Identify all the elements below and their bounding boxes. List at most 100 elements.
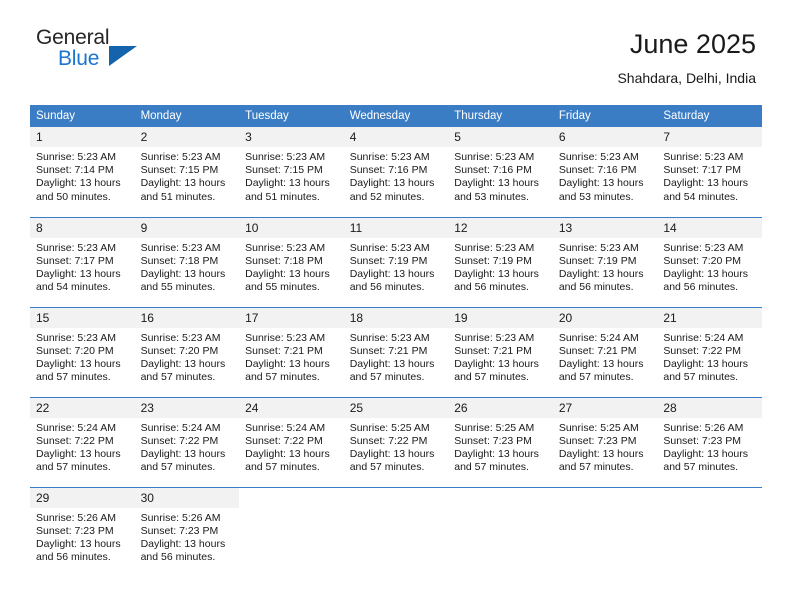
daylight-text-line2: and 57 minutes. — [663, 461, 739, 474]
day-details: Sunrise: 5:26 AM Sunset: 7:23 PM Daylight:… — [657, 418, 762, 475]
general-blue-logo[interactable]: General Blue — [36, 26, 148, 82]
day-details: Sunrise: 5:23 AM Sunset: 7:20 PM Daylight:… — [657, 238, 762, 295]
sunset-text: Sunset: 7:17 PM — [663, 164, 742, 177]
calendar-day-cell[interactable]: 19 Sunrise: 5:23 AM Sunset: 7:21 PM Dayligh… — [448, 306, 553, 397]
calendar-day-cell[interactable]: 9 Sunrise: 5:23 AM Sunset: 7:18 PM Daylight… — [134, 216, 240, 307]
calendar-day-cell[interactable]: 30 Sunrise: 5:26 AM Sunset: 7:23 PM Dayligh… — [134, 486, 240, 577]
day-details: Sunrise: 5:23 AM Sunset: 7:21 PM Daylight:… — [239, 328, 344, 385]
day-number: 25 — [343, 397, 449, 418]
calendar-day-cell[interactable]: 16 Sunrise: 5:23 AM Sunset: 7:20 PM Dayligh… — [134, 306, 240, 397]
calendar-day-cell[interactable]: 25 Sunrise: 5:25 AM Sunset: 7:22 PM Dayligh… — [343, 396, 449, 487]
day-details: Sunrise: 5:25 AM Sunset: 7:23 PM Daylight:… — [448, 418, 553, 475]
sunrise-text: Sunrise: 5:24 AM — [245, 421, 326, 434]
day-number: 2 — [134, 127, 240, 147]
calendar-week-row: 8 Sunrise: 5:23 AM Sunset: 7:17 PM Daylight… — [30, 216, 762, 307]
day-number: 1 — [30, 127, 135, 147]
daylight-text-line2: and 56 minutes. — [349, 281, 425, 294]
weekday-header-monday: Monday — [134, 105, 240, 127]
calendar-day-cell[interactable]: 8 Sunrise: 5:23 AM Sunset: 7:17 PM Daylight… — [30, 216, 135, 307]
sunrise-text: Sunrise: 5:25 AM — [454, 421, 535, 434]
daylight-text-line1: Daylight: 13 hours — [140, 537, 226, 550]
sunrise-text: Sunrise: 5:23 AM — [349, 151, 430, 163]
calendar-day-cell[interactable]: 26 Sunrise: 5:25 AM Sunset: 7:23 PM Dayligh… — [448, 396, 553, 487]
day-number: 9 — [134, 217, 240, 238]
sunrise-text: Sunrise: 5:23 AM — [245, 151, 326, 163]
sunrise-text: Sunrise: 5:23 AM — [454, 151, 535, 163]
sunrise-text: Sunrise: 5:23 AM — [36, 151, 116, 163]
sunset-text: Sunset: 7:23 PM — [140, 524, 219, 537]
calendar-day-cell[interactable]: 7 Sunrise: 5:23 AM Sunset: 7:17 PM Daylight… — [657, 127, 762, 217]
sunrise-text: Sunrise: 5:23 AM — [663, 151, 744, 163]
day-details: Sunrise: 5:23 AM Sunset: 7:15 PM Daylight:… — [135, 147, 240, 204]
daylight-text-line2: and 57 minutes. — [663, 371, 739, 384]
daylight-text-line2: and 57 minutes. — [349, 461, 425, 474]
weekday-header-wednesday: Wednesday — [343, 105, 449, 127]
daylight-text-line1: Daylight: 13 hours — [140, 267, 226, 280]
day-number: 10 — [239, 217, 344, 238]
daylight-text-line1: Daylight: 13 hours — [245, 357, 330, 370]
calendar-day-cell[interactable]: 1 Sunrise: 5:23 AM Sunset: 7:14 PM Daylight… — [30, 127, 135, 217]
calendar-day-cell[interactable]: 29 Sunrise: 5:26 AM Sunset: 7:23 PM Dayligh… — [30, 486, 135, 577]
daylight-text-line2: and 56 minutes. — [454, 281, 529, 294]
calendar-day-cell[interactable]: 12 Sunrise: 5:23 AM Sunset: 7:19 PM Dayligh… — [448, 216, 553, 307]
sunset-text: Sunset: 7:22 PM — [663, 344, 742, 357]
day-details: Sunrise: 5:23 AM Sunset: 7:20 PM Daylight:… — [135, 328, 240, 385]
calendar-day-cell[interactable]: 23 Sunrise: 5:24 AM Sunset: 7:22 PM Dayligh… — [134, 396, 240, 487]
calendar-empty-cell — [657, 486, 762, 577]
daylight-text-line2: and 56 minutes. — [140, 551, 216, 564]
day-number — [239, 487, 344, 508]
calendar-day-cell[interactable]: 14 Sunrise: 5:23 AM Sunset: 7:20 PM Dayligh… — [657, 216, 762, 307]
daylight-text-line2: and 50 minutes. — [36, 190, 111, 203]
daylight-text-line1: Daylight: 13 hours — [245, 267, 330, 280]
daylight-text-line2: and 57 minutes. — [140, 461, 216, 474]
sunset-text: Sunset: 7:15 PM — [140, 164, 219, 177]
daylight-text-line1: Daylight: 13 hours — [349, 267, 435, 280]
daylight-text-line1: Daylight: 13 hours — [558, 357, 644, 370]
calendar-day-cell[interactable]: 15 Sunrise: 5:23 AM Sunset: 7:20 PM Dayligh… — [30, 306, 135, 397]
brand-triangle-icon — [109, 46, 137, 66]
day-details: Sunrise: 5:23 AM Sunset: 7:16 PM Daylight:… — [344, 147, 449, 204]
calendar-day-cell[interactable]: 28 Sunrise: 5:26 AM Sunset: 7:23 PM Dayligh… — [657, 396, 762, 487]
day-number: 21 — [657, 307, 762, 328]
sunset-text: Sunset: 7:16 PM — [349, 164, 428, 177]
sunrise-text: Sunrise: 5:23 AM — [454, 241, 535, 254]
calendar-day-cell[interactable]: 3 Sunrise: 5:23 AM Sunset: 7:15 PM Daylight… — [239, 127, 344, 217]
daylight-text-line2: and 53 minutes. — [558, 190, 634, 203]
calendar-empty-cell — [552, 486, 658, 577]
day-details: Sunrise: 5:24 AM Sunset: 7:22 PM Daylight:… — [30, 418, 135, 475]
day-number — [657, 487, 762, 508]
calendar-day-cell[interactable]: 11 Sunrise: 5:23 AM Sunset: 7:19 PM Dayligh… — [343, 216, 449, 307]
calendar-day-cell[interactable]: 5 Sunrise: 5:23 AM Sunset: 7:16 PM Daylight… — [448, 127, 553, 217]
sunrise-text: Sunrise: 5:26 AM — [140, 511, 221, 524]
day-number: 15 — [30, 307, 135, 328]
calendar-day-cell[interactable]: 2 Sunrise: 5:23 AM Sunset: 7:15 PM Daylight… — [134, 127, 240, 217]
daylight-text-line2: and 56 minutes. — [663, 281, 739, 294]
daylight-text-line1: Daylight: 13 hours — [36, 267, 121, 280]
calendar-day-cell[interactable]: 18 Sunrise: 5:23 AM Sunset: 7:21 PM Dayligh… — [343, 306, 449, 397]
daylight-text-line2: and 53 minutes. — [454, 190, 529, 203]
calendar-day-cell[interactable]: 27 Sunrise: 5:25 AM Sunset: 7:23 PM Dayligh… — [552, 396, 658, 487]
daylight-text-line2: and 55 minutes. — [245, 281, 320, 294]
calendar-day-cell[interactable]: 20 Sunrise: 5:24 AM Sunset: 7:21 PM Dayligh… — [552, 306, 658, 397]
page-header: General Blue June 2025 Shahdara, Delhi, … — [0, 26, 792, 96]
sunset-text: Sunset: 7:20 PM — [663, 254, 742, 267]
calendar-day-cell[interactable]: 10 Sunrise: 5:23 AM Sunset: 7:18 PM Dayligh… — [239, 216, 344, 307]
sunrise-text: Sunrise: 5:23 AM — [558, 241, 639, 254]
calendar-day-cell[interactable]: 24 Sunrise: 5:24 AM Sunset: 7:22 PM Dayligh… — [239, 396, 344, 487]
page-title: June 2025 — [629, 29, 756, 59]
sunset-text: Sunset: 7:23 PM — [663, 434, 742, 447]
calendar-day-cell[interactable]: 13 Sunrise: 5:23 AM Sunset: 7:19 PM Dayligh… — [552, 216, 658, 307]
daylight-text-line1: Daylight: 13 hours — [140, 447, 226, 460]
calendar-day-cell[interactable]: 21 Sunrise: 5:24 AM Sunset: 7:22 PM Dayligh… — [657, 306, 762, 397]
calendar-day-cell[interactable]: 17 Sunrise: 5:23 AM Sunset: 7:21 PM Dayligh… — [239, 306, 344, 397]
calendar-day-cell[interactable]: 22 Sunrise: 5:24 AM Sunset: 7:22 PM Dayligh… — [30, 396, 135, 487]
daylight-text-line1: Daylight: 13 hours — [663, 267, 749, 280]
weekday-header-friday: Friday — [552, 105, 658, 127]
day-details: Sunrise: 5:23 AM Sunset: 7:16 PM Daylight:… — [553, 147, 658, 204]
daylight-text-line1: Daylight: 13 hours — [663, 177, 749, 190]
sunset-text: Sunset: 7:21 PM — [454, 344, 532, 357]
calendar-week-row: 1 Sunrise: 5:23 AM Sunset: 7:14 PM Daylight… — [30, 127, 762, 217]
calendar-day-cell[interactable]: 6 Sunrise: 5:23 AM Sunset: 7:16 PM Daylight… — [552, 127, 658, 217]
calendar-day-cell[interactable]: 4 Sunrise: 5:23 AM Sunset: 7:16 PM Daylight… — [343, 127, 449, 217]
daylight-text-line2: and 57 minutes. — [245, 461, 320, 474]
